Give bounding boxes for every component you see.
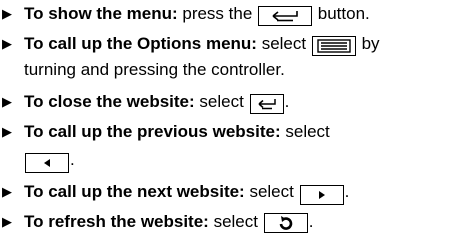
- item-text-end: .: [284, 92, 290, 111]
- list-item: ▶ To call up the previous website: select: [2, 118, 457, 146]
- left-arrow-icon: [25, 153, 69, 173]
- item-continuation: .: [24, 146, 75, 174]
- item-lead: To show the menu:: [24, 4, 178, 23]
- back-icon: [258, 6, 313, 26]
- item-text: select: [199, 92, 244, 111]
- bullet-arrow-icon: ▶: [2, 184, 12, 199]
- refresh-icon: [263, 213, 308, 233]
- bullet-arrow-icon: ▶: [2, 124, 12, 139]
- bullet-arrow-icon: ▶: [2, 94, 12, 109]
- list-item: ▶ To call up the next website: select .: [2, 178, 457, 206]
- bullet-arrow-icon: ▶: [2, 214, 12, 229]
- item-text-end: .: [344, 182, 350, 201]
- item-lead: To call up the previous website:: [24, 122, 281, 141]
- item-text: select: [249, 182, 294, 201]
- bullet-arrow-icon: ▶: [2, 36, 12, 51]
- item-lead: To call up the next website:: [24, 182, 245, 201]
- back-icon: [249, 94, 284, 114]
- item-lead: To call up the Options menu:: [24, 34, 257, 53]
- bullet-arrow-icon: ▶: [2, 6, 12, 21]
- instruction-list: ▶ To show the menu: press the button. ▶ To…: [0, 0, 463, 241]
- menu-lines-icon: [311, 36, 356, 56]
- item-text: select: [285, 122, 330, 141]
- list-item: ▶ To call up the Options menu: select by: [2, 30, 457, 58]
- right-arrow-icon: [299, 185, 344, 205]
- item-lead: To close the website:: [24, 92, 195, 111]
- list-item: ▶ To show the menu: press the button.: [2, 0, 457, 28]
- item-text-end: .: [308, 212, 314, 231]
- item-continuation: turning and pressing the controller.: [24, 60, 285, 79]
- item-text-end: by: [361, 34, 380, 53]
- list-item: ▶ To refresh the website: select .: [2, 208, 457, 236]
- item-text: press the: [182, 4, 253, 23]
- item-text-end: button.: [317, 4, 370, 23]
- item-text-end: .: [70, 150, 75, 169]
- item-text: select: [213, 212, 258, 231]
- item-text: select: [261, 34, 307, 53]
- list-item: ▶ To close the website: select .: [2, 88, 457, 116]
- item-lead: To refresh the website:: [24, 212, 209, 231]
